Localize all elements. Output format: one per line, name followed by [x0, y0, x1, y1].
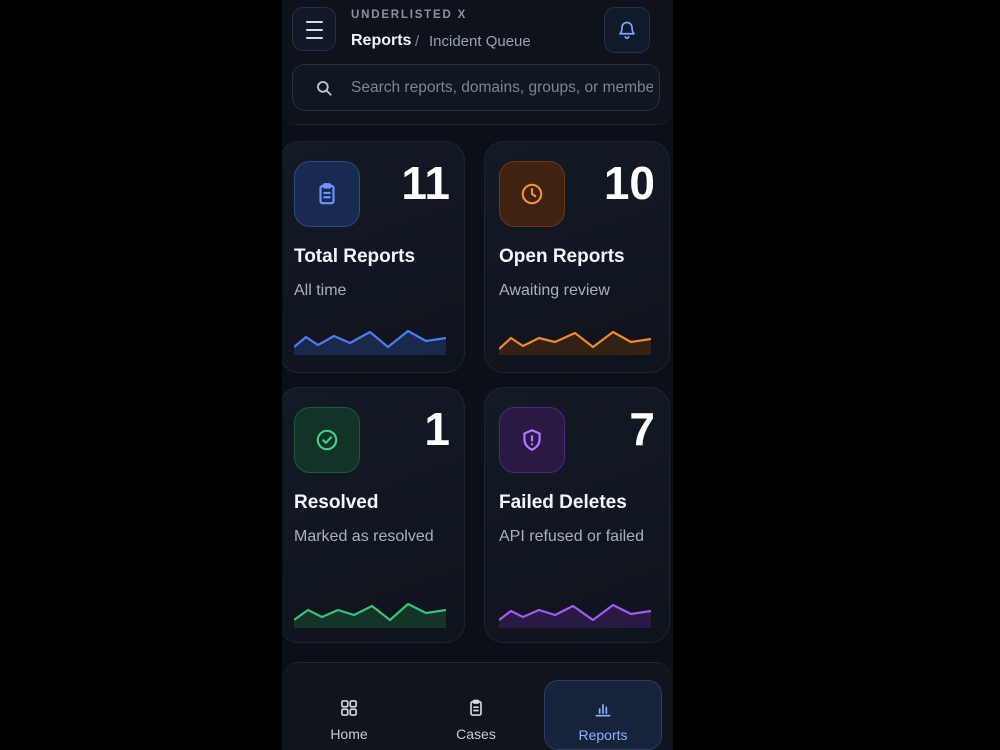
breadcrumb-reports[interactable]: Reports — [351, 32, 411, 50]
stat-icon-box — [294, 161, 360, 227]
stat-title: Open Reports — [499, 246, 625, 267]
app-screen: UNDERLISTED X Reports / Incident Queue 1… — [282, 0, 673, 750]
stat-card-open-reports[interactable]: 10 Open Reports Awaiting review — [484, 141, 670, 373]
stat-value: 1 — [424, 403, 450, 455]
stat-subtitle: Awaiting review — [499, 282, 610, 299]
bar-chart-icon — [595, 704, 611, 717]
stat-value: 11 — [401, 157, 450, 209]
nav-item-home[interactable]: Home — [290, 680, 408, 750]
stat-card-failed-deletes[interactable]: 7 Failed Deletes API refused or failed — [484, 387, 670, 643]
sparkline — [499, 603, 651, 628]
search-bar[interactable] — [292, 64, 660, 111]
clipboard-icon — [319, 183, 335, 205]
nav-label: Home — [330, 726, 368, 742]
app-brand: UNDERLISTED X — [351, 9, 468, 21]
stat-icon-box — [499, 161, 565, 227]
sparkline — [499, 330, 651, 355]
bottom-nav: Home Cases Reports — [282, 662, 673, 750]
stat-title: Total Reports — [294, 246, 416, 267]
menu-button[interactable] — [292, 7, 336, 51]
search-icon — [317, 81, 332, 96]
clock-icon — [521, 183, 543, 205]
nav-label: Reports — [578, 727, 628, 743]
stat-icon-box — [294, 407, 360, 473]
stat-title: Failed Deletes — [499, 492, 627, 513]
search-input[interactable] — [351, 65, 653, 110]
stat-subtitle: API refused or failed — [499, 528, 644, 545]
sparkline — [294, 329, 446, 355]
stat-card-resolved[interactable]: 1 Resolved Marked as resolved — [282, 387, 465, 643]
check-circle-icon — [316, 429, 338, 451]
breadcrumb-incident-queue: Incident Queue — [429, 33, 531, 50]
bell-icon — [619, 21, 635, 40]
nav-item-cases[interactable]: Cases — [417, 680, 535, 750]
nav-item-reports[interactable]: Reports — [544, 680, 662, 750]
breadcrumb-separator: / — [415, 33, 420, 50]
shield-alert-icon — [523, 429, 541, 451]
stat-value: 7 — [629, 403, 655, 455]
stat-icon-box — [499, 407, 565, 473]
stat-value: 10 — [603, 157, 655, 209]
notifications-button[interactable] — [604, 7, 650, 53]
nav-label: Cases — [456, 726, 496, 742]
stat-card-total-reports[interactable]: 11 Total Reports All time — [282, 141, 465, 373]
stat-subtitle: All time — [294, 282, 347, 299]
sparkline — [294, 602, 446, 628]
grid-icon — [341, 700, 357, 716]
stat-title: Resolved — [294, 492, 379, 513]
stat-subtitle: Marked as resolved — [294, 528, 434, 545]
top-bar: UNDERLISTED X Reports / Incident Queue — [282, 0, 673, 125]
clipboard-icon — [470, 699, 482, 716]
